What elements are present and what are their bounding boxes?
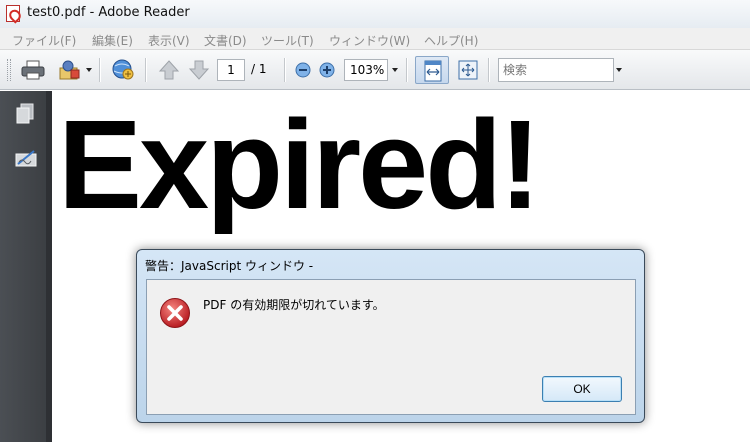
- email-attach-button[interactable]: [58, 59, 82, 81]
- zoom-out-icon: [295, 62, 311, 78]
- collaborate-button[interactable]: [110, 59, 138, 81]
- navigation-panel: [0, 91, 52, 442]
- search-input[interactable]: 検索: [498, 58, 614, 82]
- page-total: / 1: [251, 62, 267, 76]
- menu-view[interactable]: 表示(V): [148, 32, 190, 49]
- previous-page-button[interactable]: [158, 59, 180, 81]
- toolbar: 1 / 1 103% 検索: [0, 50, 750, 90]
- document-heading: Expired!: [58, 94, 541, 235]
- ok-button[interactable]: OK: [542, 376, 622, 402]
- toolbar-grip[interactable]: [7, 59, 11, 81]
- menu-help[interactable]: ヘルプ(H): [424, 32, 478, 49]
- error-icon: [159, 297, 191, 329]
- toolbar-separator: [145, 58, 147, 82]
- dialog-title: 警告：JavaScript ウィンドウ -: [145, 259, 314, 273]
- full-screen-icon: [458, 60, 478, 80]
- title-bar: test0.pdf - Adobe Reader: [0, 0, 750, 28]
- full-screen-button[interactable]: [456, 59, 480, 81]
- pdf-file-icon: [6, 5, 20, 22]
- next-page-button[interactable]: [188, 59, 210, 81]
- fit-width-button[interactable]: [415, 56, 449, 84]
- print-button[interactable]: [20, 59, 46, 81]
- collaborate-globe-icon: [112, 59, 134, 80]
- toolbar-separator: [99, 58, 101, 82]
- menu-bar: ファイル(F) 編集(E) 表示(V) 文書(D) ツール(T) ウィンドウ(W…: [0, 28, 750, 50]
- dialog-body: PDF の有効期限が切れています。 OK: [146, 279, 636, 415]
- zoom-in-icon: [319, 62, 335, 78]
- javascript-alert-dialog: 警告：JavaScript ウィンドウ - PDF の有効期限が切れています。 …: [136, 249, 645, 423]
- zoom-dropdown-arrow[interactable]: [392, 68, 398, 72]
- menu-file[interactable]: ファイル(F): [12, 32, 76, 49]
- toolbar-separator: [284, 58, 286, 82]
- fit-width-icon: [424, 60, 442, 82]
- menu-edit[interactable]: 編集(E): [92, 32, 133, 49]
- signatures-button[interactable]: [15, 148, 37, 170]
- menu-window[interactable]: ウィンドウ(W): [329, 32, 410, 49]
- window-title: test0.pdf - Adobe Reader: [27, 5, 190, 20]
- menu-document[interactable]: 文書(D): [204, 32, 247, 49]
- menu-tools[interactable]: ツール(T): [261, 32, 314, 49]
- printer-icon: [21, 60, 45, 80]
- previous-page-icon: [158, 60, 180, 80]
- next-page-icon: [188, 60, 210, 80]
- search-dropdown-arrow[interactable]: [616, 68, 622, 72]
- toolbar-separator: [406, 58, 408, 82]
- toolbar-separator: [488, 58, 490, 82]
- dialog-message: PDF の有効期限が切れています。: [203, 298, 385, 312]
- email-attach-icon: [59, 60, 80, 80]
- email-dropdown-arrow[interactable]: [86, 68, 92, 72]
- pages-icon: [16, 103, 34, 124]
- zoom-input[interactable]: 103%: [344, 59, 388, 81]
- signature-icon: [15, 150, 37, 167]
- page-number-input[interactable]: 1: [217, 59, 245, 81]
- zoom-in-button[interactable]: [318, 59, 336, 81]
- pages-button[interactable]: [15, 103, 35, 125]
- zoom-out-button[interactable]: [294, 59, 312, 81]
